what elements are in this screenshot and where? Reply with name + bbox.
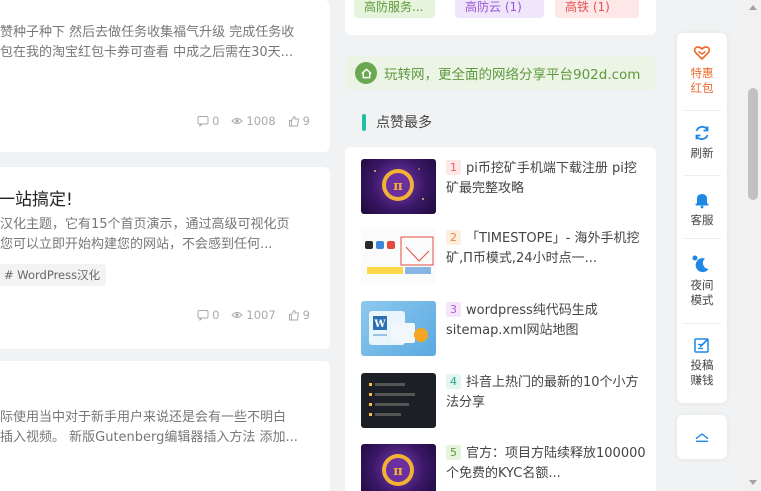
article-card-3[interactable]: 际使用当中对于新手用户来说还是会有一些不明白 插入视频。 新版Gutenberg… [0, 361, 330, 491]
rail-night-mode[interactable]: 夜间 模式 [677, 255, 727, 308]
tag-chip[interactable]: 高铁 (1) [555, 0, 639, 18]
svg-text:W: W [373, 319, 386, 330]
article-tag[interactable]: # WordPress汉化 [0, 264, 107, 286]
refresh-icon [695, 125, 709, 141]
tag-cloud-card: 高防服务... 高防云 (1) 高铁 (1) [345, 0, 656, 35]
post-title[interactable]: wordpress纯代码生成sitemap.xml网站地图 [446, 303, 598, 338]
rail-label: 客服 [690, 213, 714, 227]
comment-icon [197, 116, 209, 127]
scroll-up-arrow[interactable] [749, 5, 757, 10]
rank-badge: 2 [446, 230, 461, 245]
rail-label: 特惠 [690, 66, 714, 80]
article-card-2[interactable]: 一站搞定! 汉化主题，它有15个首页演示，通过高级可视化页 您可以立即开始构建您… [0, 167, 330, 349]
home-icon [355, 62, 377, 84]
pi-coin-icon: π [374, 168, 424, 201]
moon-icon [692, 255, 709, 273]
rail-label: 赚钱 [690, 373, 714, 387]
view-count: 1008 [231, 114, 276, 128]
wordpress-thumbnail: W [369, 311, 428, 345]
rail-label: 红包 [690, 81, 714, 95]
edit-icon [694, 338, 709, 353]
article-excerpt-line: 际使用当中对于新手用户来说还是会有一些不明白 [0, 410, 287, 425]
rail-support[interactable]: 客服 [677, 190, 727, 228]
article-card-1[interactable]: 赞种子种下 然后去做任务收集福气升级 完成任务收 包在我的淘宝红包卡券可查看 中… [0, 0, 330, 152]
list-item[interactable]: W 3 wordpress纯代码生成sitemap.xml网站地图 [361, 301, 651, 356]
chevron-up-icon [695, 433, 709, 442]
view-count: 1007 [231, 308, 276, 322]
section-title: 点赞最多 [376, 115, 432, 131]
comment-count: 0 [197, 308, 219, 322]
post-title[interactable]: 官方：项目方陆续释放100000个免费的KYC名额... [446, 446, 646, 481]
tag-chip[interactable]: 高防云 (1) [455, 0, 544, 18]
divider [683, 238, 721, 239]
rail-label: 投稿 [690, 358, 714, 372]
heart-icon [693, 46, 711, 60]
pi-coin-icon: π [382, 454, 414, 486]
rail-label: 刷新 [690, 146, 714, 160]
rank-badge: 4 [446, 374, 461, 389]
like-count[interactable]: 9 [288, 308, 310, 322]
post-thumbnail[interactable]: π [361, 159, 436, 214]
article-excerpt-line: 您可以立即开始构建您的网站，不会感到任何... [0, 237, 273, 252]
rail-coupon[interactable]: 特惠 红包 [677, 43, 727, 96]
rail-label: 夜间 [690, 278, 714, 292]
eye-icon [231, 312, 244, 318]
divider [683, 110, 721, 111]
section-header: 点赞最多 [362, 112, 432, 132]
like-count[interactable]: 9 [288, 114, 310, 128]
thumbs-up-icon [288, 309, 299, 321]
post-title[interactable]: pi币挖矿手机端下载注册 pi挖矿最完整攻略 [446, 161, 637, 196]
list-item[interactable]: π 1 pi币挖矿手机端下载注册 pi挖矿最完整攻略 [361, 159, 651, 214]
bell-icon [695, 194, 709, 209]
comment-icon [197, 310, 209, 321]
rail-label: 模式 [690, 293, 714, 307]
article-excerpt-line: 插入视频。 新版Gutenberg编辑器插入方法 添加... [0, 430, 298, 445]
article-excerpt-line: 汉化主题，它有15个首页演示，通过高级可视化页 [0, 217, 290, 232]
floating-toolbar: 特惠 红包 刷新 客服 夜间 模式 投稿 赚钱 [677, 33, 727, 403]
scroll-down-arrow[interactable] [749, 480, 757, 485]
divider [683, 323, 721, 324]
article-meta: 0 1007 9 [197, 308, 310, 322]
section-accent-bar [362, 113, 366, 131]
scroll-thumb[interactable] [748, 88, 758, 200]
back-to-top-button[interactable] [677, 415, 727, 459]
article-title[interactable]: 一站搞定! [0, 185, 73, 210]
list-item[interactable]: 2 「TIMESTOPE」- 海外手机挖矿,Π币模式,24小时点一... [361, 229, 651, 284]
top-liked-list: π 1 pi币挖矿手机端下载注册 pi挖矿最完整攻略 2 「TIMESTOPE」- … [345, 147, 656, 491]
article-excerpt-line: 赞种子种下 然后去做任务收集福气升级 完成任务收 [0, 25, 295, 40]
article-excerpt-line: 包在我的淘宝红包卡券可查看 中成之后需在30天... [0, 45, 294, 60]
eye-icon [231, 118, 244, 124]
comment-count: 0 [197, 114, 219, 128]
page-scrollbar[interactable] [745, 0, 761, 491]
tag-chip[interactable]: 高防服务... [354, 0, 435, 18]
svg-text:π: π [393, 464, 403, 479]
post-title[interactable]: 「TIMESTOPE」- 海外手机挖矿,Π币模式,24小时点一... [446, 231, 640, 266]
banner-text: 玩转网，更全面的网络分享平台902d.com [384, 67, 641, 83]
divider [683, 175, 721, 176]
list-item[interactable]: 4 抖音上热门的最新的10个小方法分享 [361, 373, 651, 428]
rank-badge: 5 [446, 445, 461, 460]
rail-refresh[interactable]: 刷新 [677, 123, 727, 161]
rank-badge: 3 [446, 302, 461, 317]
post-title[interactable]: 抖音上热门的最新的10个小方法分享 [446, 375, 639, 410]
svg-text:π: π [393, 179, 403, 194]
list-item[interactable]: π 5 官方：项目方陆续释放100000个免费的KYC名额... [361, 444, 651, 491]
rail-submit-post[interactable]: 投稿 赚钱 [677, 335, 727, 388]
post-thumbnail[interactable]: W [361, 301, 436, 356]
rank-badge: 1 [446, 160, 461, 175]
site-banner[interactable]: 玩转网，更全面的网络分享平台902d.com [346, 56, 655, 90]
article-meta: 0 1008 9 [197, 114, 310, 128]
post-thumbnail[interactable]: π [361, 444, 436, 491]
thumbs-up-icon [288, 115, 299, 127]
app-screenshot-thumbnail [365, 236, 434, 274]
post-thumbnail[interactable] [361, 373, 436, 428]
dark-list-thumbnail [369, 383, 415, 416]
post-thumbnail[interactable] [361, 229, 436, 284]
